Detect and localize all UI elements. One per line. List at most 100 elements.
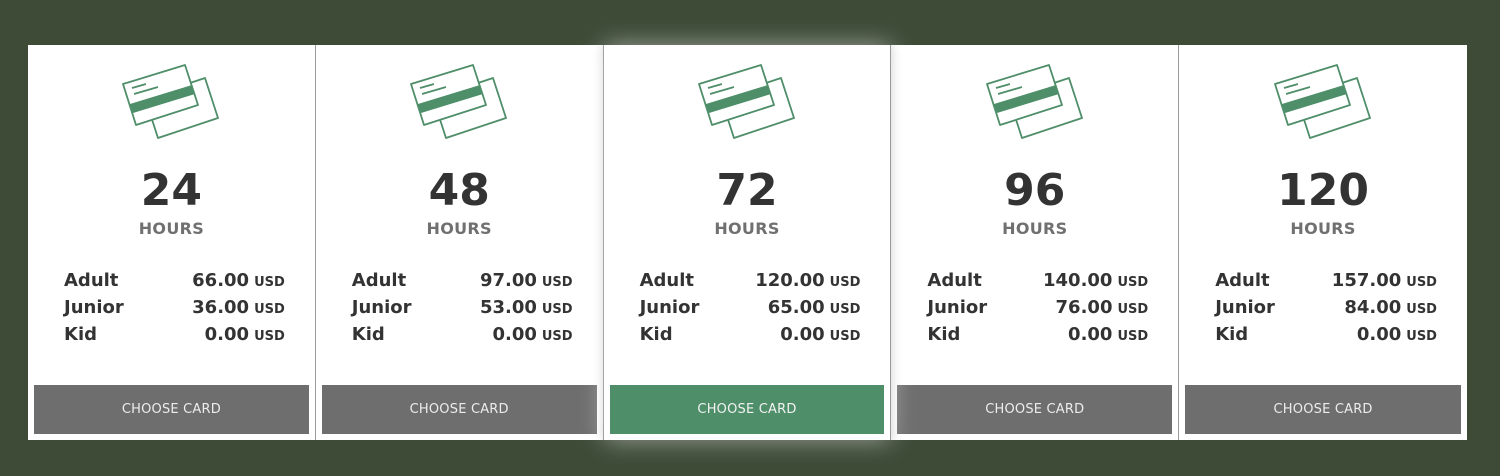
price-currency: USD xyxy=(829,302,861,317)
hours-label: HOURS xyxy=(1290,219,1356,238)
price-row-adult: Adult 140.00 USD xyxy=(927,270,1148,297)
price-value: 0.00 USD xyxy=(1068,324,1148,345)
price-value: 140.00 USD xyxy=(1043,270,1148,291)
price-amount: 97.00 xyxy=(479,270,537,291)
price-value: 0.00 USD xyxy=(205,324,285,345)
price-currency: USD xyxy=(1117,302,1149,317)
price-currency: USD xyxy=(541,302,573,317)
price-currency: USD xyxy=(541,329,573,344)
credit-card-icon xyxy=(1273,64,1373,148)
hours-label: HOURS xyxy=(1002,219,1068,238)
hours-label: HOURS xyxy=(426,219,492,238)
price-category-label: Adult xyxy=(351,270,407,291)
choose-card-button[interactable]: CHOOSE CARD xyxy=(897,385,1173,434)
price-list: Adult 66.00 USD Junior 36.00 USD Kid 0.00 USD xyxy=(64,270,285,351)
price-list: Adult 97.00 USD Junior 53.00 USD Kid 0.00 USD xyxy=(352,270,573,351)
price-currency: USD xyxy=(1117,329,1149,344)
price-amount: 36.00 xyxy=(192,297,250,318)
choose-card-button[interactable]: CHOOSE CARD xyxy=(1185,385,1461,434)
credit-card-icon xyxy=(121,64,221,148)
hours-value: 48 xyxy=(428,165,490,216)
price-value: 65.00 USD xyxy=(768,297,861,318)
price-row-adult: Adult 120.00 USD xyxy=(640,270,861,297)
price-amount: 0.00 xyxy=(204,324,250,345)
price-amount: 120.00 xyxy=(755,270,825,291)
price-category-label: Kid xyxy=(64,324,98,345)
price-currency: USD xyxy=(1117,275,1149,290)
price-currency: USD xyxy=(829,329,861,344)
price-amount: 0.00 xyxy=(1068,324,1113,345)
pricing-cards: 24 HOURS Adult 66.00 USD Junior 36.00 USD Kid 0.0… xyxy=(28,45,1467,440)
hours-label: HOURS xyxy=(138,219,205,238)
price-amount: 84.00 xyxy=(1344,297,1402,318)
price-value: 66.00 USD xyxy=(192,270,285,291)
credit-card-icon xyxy=(697,64,797,148)
price-currency: USD xyxy=(541,275,573,290)
pricing-card-24-hours: 24 HOURS Adult 66.00 USD Junior 36.00 USD Kid 0.0… xyxy=(28,45,316,440)
price-row-kid: Kid 0.00 USD xyxy=(1215,324,1437,351)
choose-card-button[interactable]: CHOOSE CARD xyxy=(34,385,309,434)
price-amount: 65.00 xyxy=(767,297,825,318)
price-currency: USD xyxy=(254,275,285,290)
price-value: 84.00 USD xyxy=(1344,297,1437,318)
price-value: 36.00 USD xyxy=(192,297,285,318)
hours-value: 72 xyxy=(716,165,778,216)
price-value: 0.00 USD xyxy=(780,324,860,345)
pricing-card-48-hours: 48 HOURS Adult 97.00 USD Junior 53.00 USD Kid 0.0… xyxy=(315,45,604,440)
price-category-label: Junior xyxy=(1215,297,1275,318)
price-amount: 0.00 xyxy=(492,324,537,345)
price-category-label: Junior xyxy=(639,297,700,318)
price-row-kid: Kid 0.00 USD xyxy=(64,324,285,351)
price-amount: 157.00 xyxy=(1331,270,1402,291)
price-list: Adult 140.00 USD Junior 76.00 USD Kid 0.00 USD xyxy=(927,270,1148,351)
price-currency: USD xyxy=(254,302,285,317)
price-currency: USD xyxy=(1406,329,1437,344)
price-category-label: Adult xyxy=(927,270,982,291)
pricing-card-72-hours: 72 HOURS Adult 120.00 USD Junior 65.00 USD Kid 0.… xyxy=(603,45,892,440)
price-category-label: Kid xyxy=(639,324,673,345)
price-category-label: Kid xyxy=(351,324,385,345)
price-category-label: Adult xyxy=(64,270,119,291)
price-currency: USD xyxy=(1406,275,1437,290)
price-category-label: Junior xyxy=(64,297,124,318)
hours-value: 120 xyxy=(1277,165,1370,216)
price-row-adult: Adult 157.00 USD xyxy=(1215,270,1437,297)
price-category-label: Junior xyxy=(351,297,412,318)
pricing-card-120-hours: 120 HOURS Adult 157.00 USD Junior 84.00 USD Kid 0… xyxy=(1179,45,1467,440)
price-category-label: Kid xyxy=(1215,324,1249,345)
price-row-junior: Junior 84.00 USD xyxy=(1215,297,1437,324)
choose-card-button[interactable]: CHOOSE CARD xyxy=(609,385,885,434)
price-row-junior: Junior 65.00 USD xyxy=(640,297,861,324)
price-currency: USD xyxy=(254,329,285,344)
price-row-junior: Junior 76.00 USD xyxy=(927,297,1148,324)
price-value: 53.00 USD xyxy=(480,297,573,318)
price-amount: 140.00 xyxy=(1043,270,1113,291)
price-row-kid: Kid 0.00 USD xyxy=(927,324,1148,351)
price-list: Adult 157.00 USD Junior 84.00 USD Kid 0.00 USD xyxy=(1215,270,1437,351)
price-value: 157.00 USD xyxy=(1332,270,1437,291)
price-category-label: Junior xyxy=(927,297,988,318)
hours-label: HOURS xyxy=(714,219,780,238)
hours-value: 24 xyxy=(140,165,203,216)
price-value: 0.00 USD xyxy=(492,324,572,345)
hours-value: 96 xyxy=(1004,165,1066,216)
price-amount: 76.00 xyxy=(1055,297,1113,318)
price-value: 120.00 USD xyxy=(755,270,860,291)
price-value: 76.00 USD xyxy=(1056,297,1149,318)
price-category-label: Kid xyxy=(927,324,961,345)
price-amount: 0.00 xyxy=(1356,324,1402,345)
credit-card-icon xyxy=(985,64,1085,148)
price-category-label: Adult xyxy=(1215,270,1270,291)
price-row-junior: Junior 53.00 USD xyxy=(352,297,573,324)
price-row-kid: Kid 0.00 USD xyxy=(640,324,861,351)
price-amount: 53.00 xyxy=(479,297,537,318)
price-row-adult: Adult 66.00 USD xyxy=(64,270,285,297)
price-currency: USD xyxy=(829,275,861,290)
price-amount: 66.00 xyxy=(192,270,250,291)
price-list: Adult 120.00 USD Junior 65.00 USD Kid 0.00 USD xyxy=(640,270,861,351)
price-row-kid: Kid 0.00 USD xyxy=(352,324,573,351)
price-value: 97.00 USD xyxy=(480,270,573,291)
price-row-junior: Junior 36.00 USD xyxy=(64,297,285,324)
price-value: 0.00 USD xyxy=(1357,324,1437,345)
choose-card-button[interactable]: CHOOSE CARD xyxy=(321,385,597,434)
